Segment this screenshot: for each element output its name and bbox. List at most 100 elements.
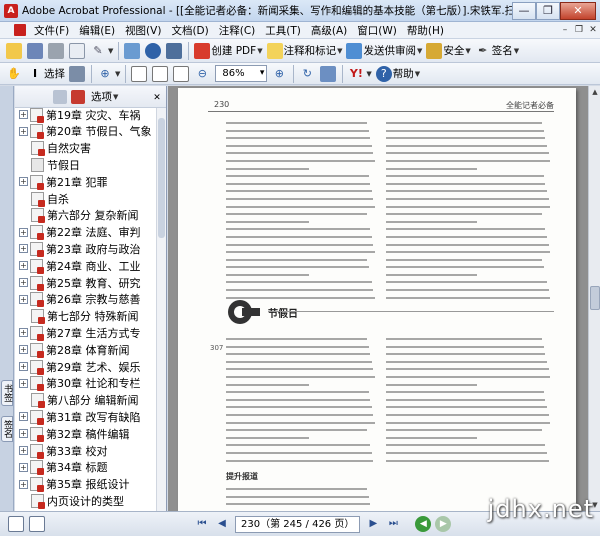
bookmark-item[interactable]: + 第28章 体育新闻 xyxy=(19,341,130,358)
expand-toggle-icon[interactable]: + xyxy=(19,177,28,187)
bookmark-item[interactable]: + 第24章 商业、工业 xyxy=(19,257,141,274)
bookmark-item[interactable]: + 第23章 政府与政治 xyxy=(19,240,141,257)
bookmark-item[interactable]: + 第32章 稿件编辑 xyxy=(19,425,130,442)
expand-toggle-icon[interactable]: + xyxy=(19,479,28,489)
menu-view[interactable]: 视图(V) xyxy=(120,23,166,38)
bookmark-item[interactable]: 内页设计的类型 xyxy=(31,492,124,509)
expand-toggle-icon[interactable]: + xyxy=(19,462,28,472)
close-panel-icon[interactable]: ✕ xyxy=(150,90,164,104)
menu-tools[interactable]: 工具(T) xyxy=(260,23,306,38)
expand-toggle-icon[interactable]: + xyxy=(19,345,28,355)
create-pdf-button[interactable]: 创建 PDF ▼ xyxy=(192,41,264,61)
bookmarks-options-button[interactable]: 选项 ▼ xyxy=(89,87,120,107)
bookmark-item[interactable]: + 第35章 报纸设计 xyxy=(19,476,130,493)
expand-toggle-icon[interactable]: + xyxy=(19,278,28,287)
find-button[interactable] xyxy=(164,41,185,61)
bookmark-item[interactable]: + 第27章 生活方式专 xyxy=(19,324,141,341)
expand-toggle-icon[interactable]: + xyxy=(19,378,28,388)
yahoo-toolbar-button[interactable]: Y! ▼ xyxy=(346,64,373,84)
bookmark-item[interactable]: 节假日 xyxy=(31,156,80,173)
rotate-button[interactable]: ↻ xyxy=(297,64,318,84)
security-button[interactable]: 安全 ▼ xyxy=(424,41,472,61)
help-button[interactable]: ? 帮助 ▼ xyxy=(374,64,422,84)
first-page-button[interactable]: ⏮ xyxy=(194,516,210,532)
email-button[interactable] xyxy=(67,41,88,61)
expand-toggle-icon[interactable]: + xyxy=(19,126,28,136)
organizer-button[interactable] xyxy=(122,41,143,61)
bookmark-item[interactable]: 自杀 xyxy=(31,190,69,207)
tab-bookmarks[interactable]: 书签 xyxy=(1,380,13,406)
panel-layout-icon[interactable] xyxy=(29,516,45,532)
bookmark-item[interactable]: 第七部分 特殊新闻 xyxy=(31,308,139,325)
print-button[interactable] xyxy=(46,41,67,61)
bookmark-item[interactable]: 第八部分 编辑新闻 xyxy=(31,392,139,409)
menu-edit[interactable]: 编辑(E) xyxy=(74,23,120,38)
expand-toggle-icon[interactable]: + xyxy=(19,328,28,338)
zoom-tool-button[interactable]: ⊕ ▼ xyxy=(95,64,122,84)
bookmark-item[interactable]: + 第34章 标题 xyxy=(19,459,108,476)
menu-window[interactable]: 窗口(W) xyxy=(352,23,402,38)
bookmarks-scrollbar[interactable] xyxy=(156,108,166,511)
menu-file[interactable]: 文件(F) xyxy=(29,23,74,38)
expand-toggle-icon[interactable]: + xyxy=(19,261,28,271)
close-button[interactable]: ✕ xyxy=(560,1,596,20)
doc-minimize-icon[interactable]: – xyxy=(558,24,572,37)
bookmark-item[interactable]: + 第30章 社论和专栏 xyxy=(19,375,141,392)
doc-restore-icon[interactable]: ❐ xyxy=(572,24,586,37)
menu-advanced[interactable]: 高级(A) xyxy=(306,23,352,38)
scrollbar-thumb[interactable] xyxy=(590,286,600,310)
next-page-button[interactable]: ▶ xyxy=(365,516,381,532)
bookmark-item[interactable]: + 第29章 艺术、娱乐 xyxy=(19,358,141,375)
previous-page-button[interactable]: ◀ xyxy=(214,516,230,532)
bookmark-item[interactable]: + 第19章 灾灾、车祸 xyxy=(19,108,141,123)
bookmark-item[interactable]: 第六部分 复杂新闻 xyxy=(31,207,139,224)
expand-toggle-icon[interactable]: + xyxy=(19,110,28,119)
delete-bookmark-icon[interactable] xyxy=(53,89,67,104)
doc-close-icon[interactable]: ✕ xyxy=(586,24,600,37)
zoom-in-button[interactable]: ⊕ xyxy=(269,64,290,84)
snapshot-button[interactable] xyxy=(67,64,88,84)
bookmark-item[interactable]: + 第22章 法庭、审判 xyxy=(19,224,141,241)
minimize-button[interactable]: — xyxy=(512,1,536,20)
document-scrollbar[interactable]: ▲ ▼ xyxy=(588,86,600,511)
menu-document[interactable]: 文档(D) xyxy=(166,23,213,38)
bookmark-item[interactable]: + 第21章 犯罪 xyxy=(19,173,108,190)
bookmark-item[interactable]: + 第20章 节假日、气象 xyxy=(19,123,152,140)
previous-view-button[interactable]: ◀ xyxy=(415,516,432,532)
last-page-button[interactable]: ⏭ xyxy=(385,516,401,532)
sign-button[interactable]: ✒ 签名 ▼ xyxy=(473,41,521,61)
hand-tool-button[interactable]: ✋ xyxy=(4,64,25,84)
attach-button[interactable]: ✎ ▼ xyxy=(88,41,115,61)
open-button[interactable] xyxy=(4,41,25,61)
bookmark-item[interactable]: + 第26章 宗教与慈善 xyxy=(19,291,141,308)
comment-markup-button[interactable]: 注释和标记 ▼ xyxy=(265,41,345,61)
bookmark-item[interactable]: 自然灾害 xyxy=(31,140,91,157)
scroll-up-icon[interactable]: ▲ xyxy=(589,86,600,98)
expand-toggle-icon[interactable]: + xyxy=(19,446,28,455)
bookmark-item[interactable]: + 第33章 校对 xyxy=(19,442,108,459)
tab-signatures[interactable]: 签名 xyxy=(1,416,13,442)
bookmark-item[interactable]: + 第31章 改写有缺陷 xyxy=(19,408,141,425)
actual-size-button[interactable] xyxy=(129,64,150,84)
select-tool-button[interactable]: I 选择 xyxy=(25,64,67,84)
page-number-field[interactable]: 230（第 245 / 426 页） xyxy=(235,515,361,533)
expand-toggle-icon[interactable]: + xyxy=(19,294,28,304)
expand-toggle-icon[interactable]: + xyxy=(19,244,28,254)
zoom-out-button[interactable]: ⊖ xyxy=(192,64,213,84)
save-button[interactable] xyxy=(25,41,46,61)
zoom-level-field[interactable]: 86% xyxy=(215,65,268,82)
restore-button[interactable]: ❐ xyxy=(536,1,560,20)
document-icon[interactable] xyxy=(14,24,26,36)
panel-toggle-icon[interactable] xyxy=(8,516,24,532)
expand-toggle-icon[interactable]: + xyxy=(19,429,28,439)
new-bookmark-icon[interactable] xyxy=(71,89,85,104)
bookmark-item[interactable]: + 第25章 教育、研究 xyxy=(19,274,141,291)
menu-help[interactable]: 帮助(H) xyxy=(402,23,449,38)
expand-toggle-icon[interactable]: + xyxy=(19,227,28,237)
scrollbar-thumb[interactable] xyxy=(158,118,165,238)
menu-comments[interactable]: 注释(C) xyxy=(214,23,261,38)
next-view-button[interactable]: ▶ xyxy=(435,516,452,532)
expand-toggle-icon[interactable]: + xyxy=(19,362,28,371)
document-view[interactable]: 230 全能记者必备 节假日 307 提升报道 ▲ ▼ xyxy=(168,86,600,511)
expand-toggle-icon[interactable]: + xyxy=(19,412,28,422)
